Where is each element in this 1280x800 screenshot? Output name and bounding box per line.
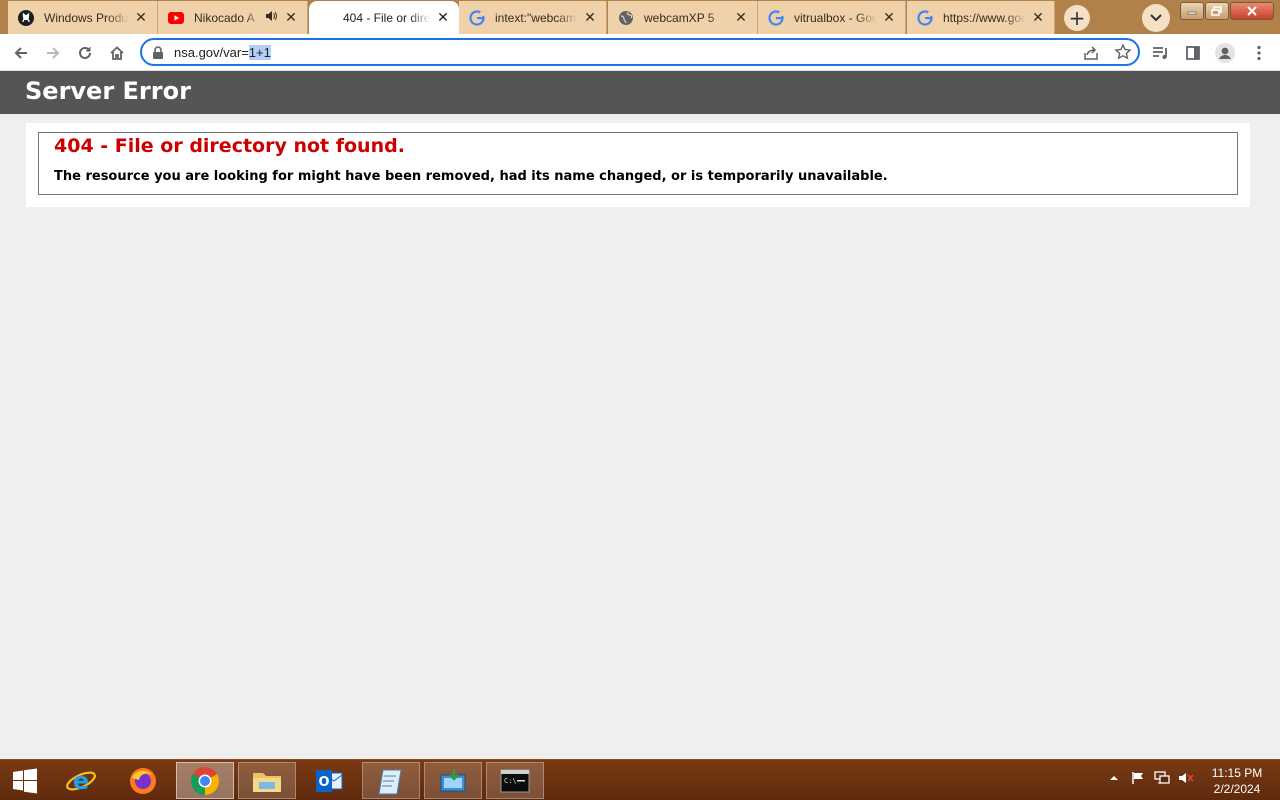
tray-overflow-icon[interactable] xyxy=(1106,770,1122,786)
clock-date: 2/2/2024 xyxy=(1213,782,1261,796)
tab-webcamxp[interactable]: webcamXP 5 ✕ xyxy=(608,1,758,34)
page-viewport: Server Error 404 - File or directory not… xyxy=(0,71,1280,759)
error-title: 404 - File or directory not found. xyxy=(54,135,405,157)
start-icon xyxy=(13,768,37,793)
content-panel: 404 - File or directory not found. The r… xyxy=(26,123,1250,207)
close-icon[interactable]: ✕ xyxy=(733,10,749,26)
close-icon[interactable]: ✕ xyxy=(133,10,149,26)
google-icon xyxy=(768,9,784,26)
minimize-icon xyxy=(1187,11,1197,15)
url-text[interactable]: nsa.gov/var=1+1 xyxy=(174,45,271,60)
close-icon[interactable]: ✕ xyxy=(1030,10,1046,26)
install-icon xyxy=(440,768,466,791)
arrow-left-icon xyxy=(14,47,27,59)
minimize-button[interactable] xyxy=(1180,2,1204,20)
taskbar-notepad[interactable] xyxy=(362,762,420,799)
profile-button[interactable] xyxy=(1212,40,1238,66)
taskbar-installer[interactable] xyxy=(424,762,482,799)
notepad-icon xyxy=(378,769,402,794)
outlook-icon: O xyxy=(316,769,343,792)
plus-icon: + xyxy=(1068,6,1086,30)
tab-nikocado[interactable]: Nikocado A ✕ xyxy=(158,1,308,34)
media-queue-icon xyxy=(1153,47,1167,59)
clock-time: 11:15 PM xyxy=(1211,766,1263,780)
reload-icon xyxy=(79,46,91,59)
home-icon xyxy=(110,46,124,60)
restore-icon xyxy=(1211,6,1222,16)
tab-title: 404 - File or dire xyxy=(343,10,431,25)
close-icon[interactable]: ✕ xyxy=(283,10,299,26)
error-message: The resource you are looking for might h… xyxy=(54,169,888,184)
close-icon[interactable]: ✕ xyxy=(435,10,451,26)
reload-button[interactable] xyxy=(72,40,98,66)
url-prefix: nsa.gov/var= xyxy=(174,45,249,60)
reading-list-button[interactable] xyxy=(1148,40,1174,66)
tab-windows-product[interactable]: Windows Produ ✕ xyxy=(8,1,158,34)
youtube-icon xyxy=(168,10,184,26)
restore-button[interactable] xyxy=(1205,2,1229,20)
taskbar: e O C:\ 11:15 PM 2/2/2024 xyxy=(0,759,1280,800)
lock-icon[interactable] xyxy=(152,45,166,59)
speaker-icon[interactable] xyxy=(265,10,279,25)
taskbar-outlook[interactable]: O xyxy=(300,762,358,799)
start-button[interactable] xyxy=(0,762,50,799)
command-prompt-icon: C:\ xyxy=(500,769,530,792)
taskbar-file-explorer[interactable] xyxy=(238,762,296,799)
tab-title: https://www.goo xyxy=(943,10,1026,25)
close-icon[interactable]: ✕ xyxy=(881,10,897,26)
flag-icon[interactable] xyxy=(1130,770,1146,786)
tab-virtualbox[interactable]: vitrualbox - Goo ✕ xyxy=(758,1,906,34)
tab-title: Nikocado A xyxy=(194,10,255,25)
tab-google-url[interactable]: https://www.goo ✕ xyxy=(907,1,1055,34)
svg-text:e: e xyxy=(73,767,89,795)
tab-title: vitrualbox - Goo xyxy=(794,10,877,25)
page-header: Server Error xyxy=(0,71,1280,114)
internet-explorer-icon: e xyxy=(66,767,96,795)
avatar-icon xyxy=(1215,43,1235,63)
side-panel-button[interactable] xyxy=(1180,40,1206,66)
tab-strip: Windows Produ ✕ Nikocado A ✕ 404 - File … xyxy=(0,0,1280,34)
address-bar[interactable]: nsa.gov/var=1+1 xyxy=(140,38,1140,66)
window-close-button[interactable] xyxy=(1230,2,1274,20)
svg-text:C:\: C:\ xyxy=(504,777,517,785)
taskbar-command-prompt[interactable]: C:\ xyxy=(486,762,544,799)
close-icon[interactable]: ✕ xyxy=(582,10,598,26)
share-icon[interactable] xyxy=(1082,44,1100,62)
system-clock[interactable]: 11:15 PM 2/2/2024 xyxy=(1206,765,1268,797)
firefox-icon xyxy=(130,767,156,794)
chrome-icon xyxy=(191,766,219,795)
file-explorer-icon xyxy=(253,772,281,792)
tab-intext-webcam[interactable]: intext:"webcam ✕ xyxy=(459,1,607,34)
back-button[interactable] xyxy=(8,40,34,66)
bookmark-star-icon[interactable] xyxy=(1114,43,1132,61)
forward-button[interactable] xyxy=(40,40,66,66)
tab-title: webcamXP 5 xyxy=(644,10,715,25)
home-button[interactable] xyxy=(104,40,130,66)
globe-icon xyxy=(618,10,634,26)
tab-title: intext:"webcam xyxy=(495,10,576,25)
url-selection: 1+1 xyxy=(248,45,271,60)
taskbar-chrome[interactable] xyxy=(176,762,234,799)
new-tab-button[interactable]: + xyxy=(1064,5,1090,31)
kebab-menu-icon xyxy=(1257,45,1261,61)
arrow-right-icon xyxy=(47,47,60,59)
error-box: 404 - File or directory not found. The r… xyxy=(38,132,1238,195)
tab-404-active[interactable]: 404 - File or dire ✕ xyxy=(309,1,459,34)
svg-text:O: O xyxy=(318,775,329,790)
tab-title: Windows Produ xyxy=(44,10,129,25)
google-icon xyxy=(469,9,485,26)
network-icon[interactable] xyxy=(1154,770,1170,786)
tab-search-button[interactable] xyxy=(1142,4,1170,32)
close-icon xyxy=(1247,6,1257,16)
github-icon xyxy=(18,9,34,26)
side-panel-icon xyxy=(1186,46,1200,60)
menu-button[interactable] xyxy=(1246,40,1272,66)
taskbar-firefox[interactable] xyxy=(114,762,172,799)
taskbar-internet-explorer[interactable]: e xyxy=(52,762,110,799)
chevron-down-icon xyxy=(1150,14,1162,22)
browser-toolbar: nsa.gov/var=1+1 xyxy=(0,34,1280,71)
google-icon xyxy=(917,9,933,26)
volume-muted-icon[interactable] xyxy=(1178,770,1194,786)
